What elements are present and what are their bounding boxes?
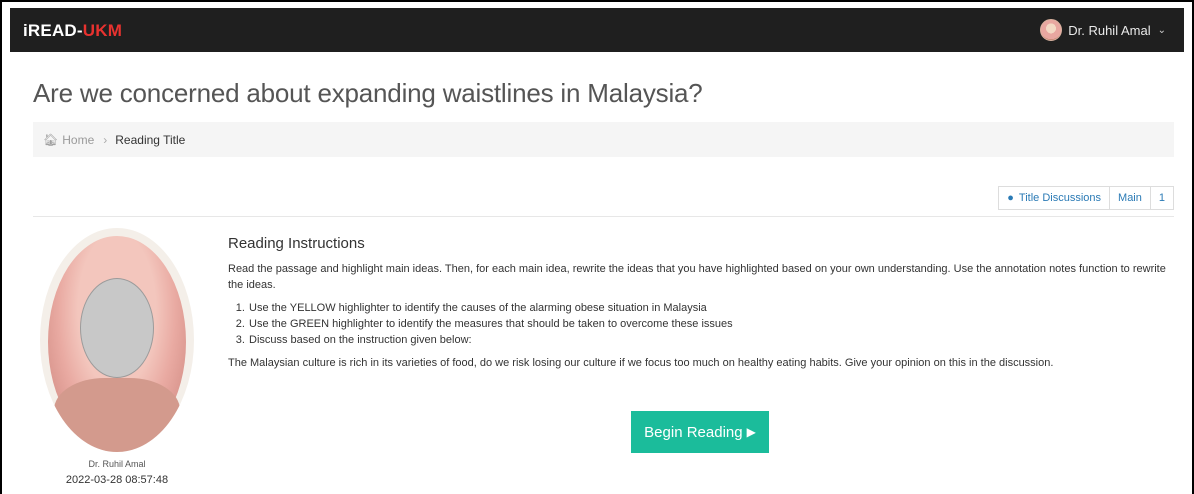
- begin-reading-button[interactable]: Begin Reading ▶: [631, 411, 769, 453]
- discussion-prompt: The Malaysian culture is rich in its var…: [228, 357, 1054, 369]
- breadcrumb-current: Reading Title: [115, 132, 186, 147]
- chevron-down-icon: ⌄: [1157, 24, 1166, 36]
- tab-page-1[interactable]: 1: [1150, 186, 1174, 210]
- tab-page-1-label: 1: [1158, 192, 1165, 204]
- list-item: Discuss based on the instruction given b…: [248, 332, 1174, 348]
- author-timestamp: 2022-03-28 08:57:48: [65, 474, 169, 486]
- breadcrumb-home[interactable]: Home: [62, 133, 94, 147]
- discussion-tabs: ● Title Discussions Main 1: [998, 186, 1174, 210]
- reading-instructions: Reading Instructions Read the passage an…: [228, 236, 1174, 371]
- photo-body: [54, 378, 180, 452]
- instructions-heading: Reading Instructions: [228, 235, 365, 252]
- instructions-intro: Read the passage and highlight main idea…: [228, 263, 1166, 291]
- breadcrumb-separator-icon: ›: [103, 132, 108, 147]
- list-item: Use the GREEN highlighter to identify th…: [248, 316, 1174, 332]
- home-icon: 🏠︎: [43, 132, 59, 147]
- brand-logo[interactable]: iREAD-UKM: [23, 21, 122, 41]
- page-title: Are we concerned about expanding waistli…: [33, 78, 703, 108]
- section-divider: [33, 216, 1174, 217]
- tab-main-label: Main: [1118, 192, 1142, 204]
- instructions-steps: Use the YELLOW highlighter to identify t…: [248, 300, 1174, 348]
- begin-reading-label: Begin Reading: [644, 423, 743, 441]
- author-photo: [40, 228, 194, 452]
- tab-title-discussions[interactable]: ● Title Discussions: [998, 186, 1111, 210]
- avatar: [1040, 19, 1063, 41]
- top-navbar: iREAD-UKM Dr. Ruhil Amal ⌄: [10, 8, 1184, 52]
- list-item: Use the YELLOW highlighter to identify t…: [248, 300, 1174, 316]
- user-menu[interactable]: Dr. Ruhil Amal ⌄: [1040, 19, 1166, 41]
- tab-main[interactable]: Main: [1110, 186, 1151, 210]
- author-name: Dr. Ruhil Amal: [88, 459, 146, 469]
- brand-suffix: UKM: [82, 21, 123, 40]
- brand-prefix: iREAD-: [23, 21, 83, 40]
- tab-title-discussions-label: Title Discussions: [1018, 192, 1102, 204]
- comments-icon: ●: [1007, 192, 1014, 204]
- user-name: Dr. Ruhil Amal: [1068, 22, 1151, 38]
- breadcrumb: 🏠︎ Home › Reading Title: [33, 122, 1174, 157]
- photo-face-redaction: [80, 278, 154, 378]
- play-icon: ▶: [746, 425, 756, 439]
